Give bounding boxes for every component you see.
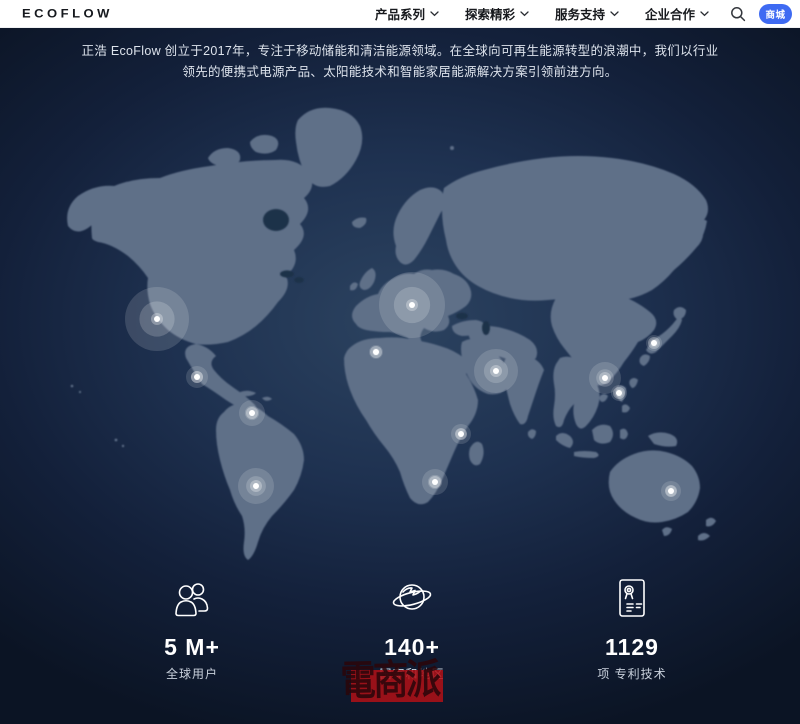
stat-global-users: 5 M+ 全球用户 (92, 575, 292, 682)
stat-label: 全球用户 (166, 665, 218, 682)
map-location-mexico (194, 374, 200, 380)
site-header: ECOFLOW 产品系列 探索精彩 服务支持 企业合作 商城 (0, 0, 800, 28)
map-location-europe (409, 302, 415, 308)
map-location-australia (668, 488, 674, 494)
map-location-north-america-west (154, 316, 160, 322)
ecoflow-logo[interactable]: ECOFLOW (22, 7, 113, 21)
stat-patents: 1129 项 专利技术 (532, 575, 732, 682)
nav-item-business[interactable]: 企业合作 (645, 4, 709, 23)
intro-line-1: 正浩 EcoFlow 创立于2017年，专注于移动储能和清洁能源领域。在全球向可… (0, 41, 800, 62)
map-location-morocco (373, 349, 379, 355)
map-location-middle-east (493, 368, 499, 374)
stat-value: 5 M+ (164, 634, 220, 661)
map-location-colombia (249, 410, 255, 416)
intro-line-2: 领先的便携式电源产品、太阳能技术和智能家居能源解决方案引领前进方向。 (0, 62, 800, 83)
map-location-chile (253, 483, 259, 489)
map-location-south-africa (432, 479, 438, 485)
map-location-philippines (616, 390, 622, 396)
intro-paragraph: 正浩 EcoFlow 创立于2017年，专注于移动储能和清洁能源领域。在全球向可… (0, 41, 800, 83)
chevron-down-icon (520, 11, 529, 17)
planet-icon (389, 575, 435, 621)
store-button[interactable]: 商城 (759, 4, 792, 24)
nav-item-products[interactable]: 产品系列 (375, 4, 439, 23)
main-nav: 产品系列 探索精彩 服务支持 企业合作 (375, 4, 709, 23)
map-location-east-africa (458, 431, 464, 437)
map-location-japan (651, 340, 657, 346)
chevron-down-icon (700, 11, 709, 17)
chevron-down-icon (610, 11, 619, 17)
nav-item-explore[interactable]: 探索精彩 (465, 4, 529, 23)
chevron-down-icon (430, 11, 439, 17)
search-icon[interactable] (729, 5, 747, 23)
users-icon (169, 575, 215, 621)
patent-icon (609, 575, 655, 621)
map-location-south-china (602, 375, 608, 381)
watermark-text: 電商派 (340, 655, 444, 705)
stat-value: 1129 (605, 634, 659, 661)
stat-label: 项 专利技术 (597, 665, 666, 682)
nav-item-support[interactable]: 服务支持 (555, 4, 619, 23)
hero-section: 正浩 EcoFlow 创立于2017年，专注于移动储能和清洁能源领域。在全球向可… (0, 28, 800, 724)
